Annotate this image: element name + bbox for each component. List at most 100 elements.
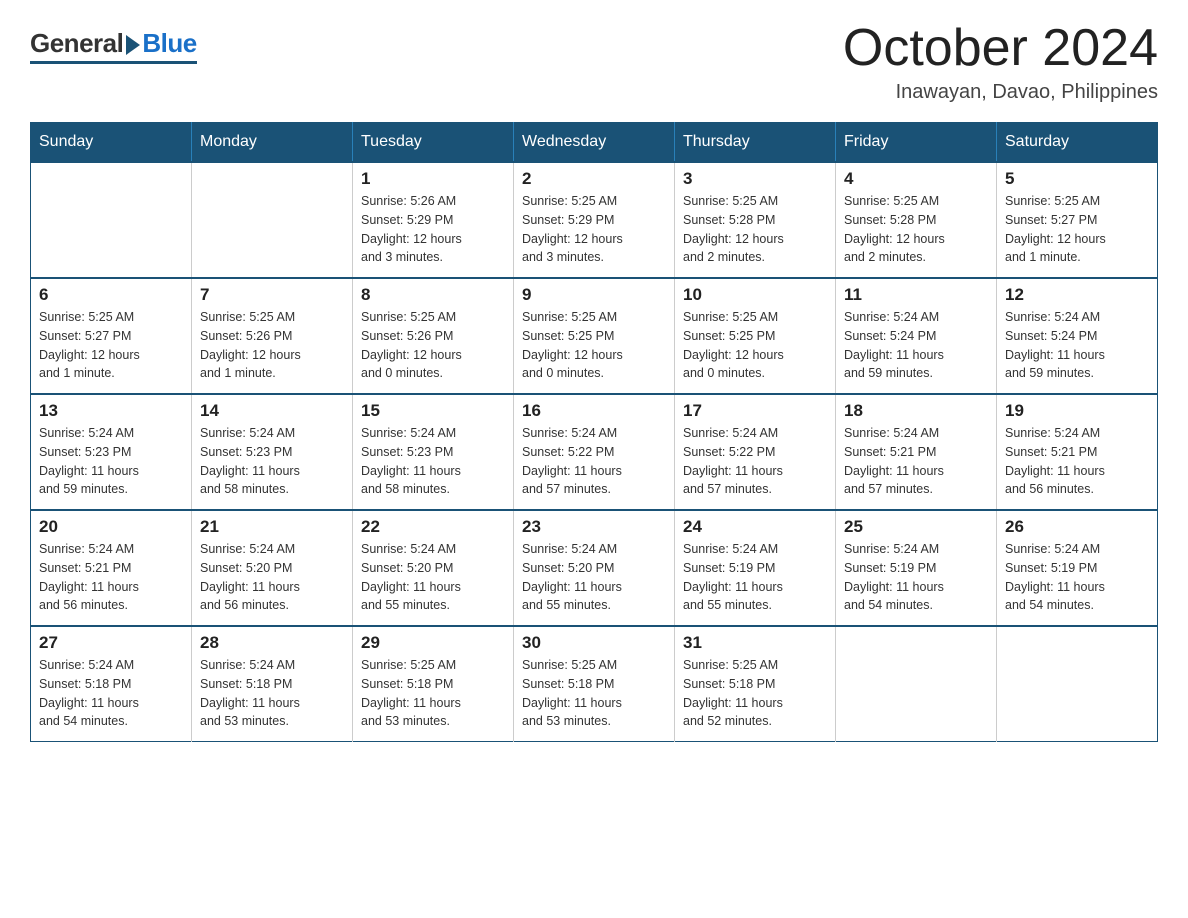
calendar-week-row: 6 Sunrise: 5:25 AM Sunset: 5:27 PM Daylig… — [31, 278, 1158, 394]
logo-general-text: General — [30, 28, 123, 59]
day-info: Sunrise: 5:24 AM Sunset: 5:23 PM Dayligh… — [200, 424, 344, 499]
weekday-header-sunday: Sunday — [31, 123, 192, 163]
calendar-cell: 19Sunrise: 5:24 AM Sunset: 5:21 PM Dayli… — [997, 394, 1158, 510]
calendar-cell: 18Sunrise: 5:24 AM Sunset: 5:21 PM Dayli… — [836, 394, 997, 510]
day-number: 4 — [844, 169, 988, 189]
day-info: Sunrise: 5:24 AM Sunset: 5:18 PM Dayligh… — [200, 656, 344, 731]
day-number: 15 — [361, 401, 505, 421]
day-number: 1 — [361, 169, 505, 189]
calendar-cell: 21 Sunrise: 5:24 AM Sunset: 5:20 PM Dayli… — [192, 510, 353, 626]
day-info: Sunrise: 5:25 AM Sunset: 5:27 PM Dayligh… — [39, 308, 183, 383]
day-number: 9 — [522, 285, 666, 305]
day-number: 17 — [683, 401, 827, 421]
calendar-cell: 20 Sunrise: 5:24 AM Sunset: 5:21 PM Dayli… — [31, 510, 192, 626]
day-info: Sunrise: 5:25 AM Sunset: 5:28 PM Dayligh… — [844, 192, 988, 267]
calendar-table: SundayMondayTuesdayWednesdayThursdayFrid… — [30, 122, 1158, 742]
day-number: 2 — [522, 169, 666, 189]
calendar-header: SundayMondayTuesdayWednesdayThursdayFrid… — [31, 123, 1158, 163]
logo-arrow-icon — [126, 35, 140, 55]
day-info: Sunrise: 5:24 AM Sunset: 5:19 PM Dayligh… — [1005, 540, 1149, 615]
weekday-header-monday: Monday — [192, 123, 353, 163]
day-number: 20 — [39, 517, 183, 537]
day-info: Sunrise: 5:24 AM Sunset: 5:22 PM Dayligh… — [522, 424, 666, 499]
day-info: Sunrise: 5:24 AM Sunset: 5:21 PM Dayligh… — [844, 424, 988, 499]
day-info: Sunrise: 5:25 AM Sunset: 5:27 PM Dayligh… — [1005, 192, 1149, 267]
weekday-header-row: SundayMondayTuesdayWednesdayThursdayFrid… — [31, 123, 1158, 163]
day-number: 23 — [522, 517, 666, 537]
location-text: Inawayan, Davao, Philippines — [843, 81, 1158, 104]
day-info: Sunrise: 5:24 AM Sunset: 5:24 PM Dayligh… — [1005, 308, 1149, 383]
day-info: Sunrise: 5:24 AM Sunset: 5:19 PM Dayligh… — [683, 540, 827, 615]
calendar-cell: 31 Sunrise: 5:25 AM Sunset: 5:18 PM Dayli… — [675, 626, 836, 742]
day-info: Sunrise: 5:24 AM Sunset: 5:20 PM Dayligh… — [361, 540, 505, 615]
logo: General Blue — [30, 28, 197, 64]
calendar-cell: 11 Sunrise: 5:24 AM Sunset: 5:24 PM Dayli… — [836, 278, 997, 394]
day-info: Sunrise: 5:25 AM Sunset: 5:26 PM Dayligh… — [361, 308, 505, 383]
day-info: Sunrise: 5:25 AM Sunset: 5:18 PM Dayligh… — [683, 656, 827, 731]
title-section: October 2024 Inawayan, Davao, Philippine… — [843, 20, 1158, 104]
day-number: 31 — [683, 633, 827, 653]
calendar-cell — [192, 162, 353, 278]
day-info: Sunrise: 5:25 AM Sunset: 5:25 PM Dayligh… — [683, 308, 827, 383]
calendar-cell: 16Sunrise: 5:24 AM Sunset: 5:22 PM Dayli… — [514, 394, 675, 510]
day-number: 8 — [361, 285, 505, 305]
day-info: Sunrise: 5:25 AM Sunset: 5:18 PM Dayligh… — [361, 656, 505, 731]
day-info: Sunrise: 5:26 AM Sunset: 5:29 PM Dayligh… — [361, 192, 505, 267]
day-number: 10 — [683, 285, 827, 305]
calendar-cell — [997, 626, 1158, 742]
day-info: Sunrise: 5:25 AM Sunset: 5:25 PM Dayligh… — [522, 308, 666, 383]
page-header: General Blue October 2024 Inawayan, Dava… — [30, 20, 1158, 104]
calendar-week-row: 13 Sunrise: 5:24 AM Sunset: 5:23 PM Dayli… — [31, 394, 1158, 510]
day-info: Sunrise: 5:25 AM Sunset: 5:28 PM Dayligh… — [683, 192, 827, 267]
day-number: 11 — [844, 285, 988, 305]
day-number: 13 — [39, 401, 183, 421]
day-info: Sunrise: 5:25 AM Sunset: 5:29 PM Dayligh… — [522, 192, 666, 267]
calendar-week-row: 27Sunrise: 5:24 AM Sunset: 5:18 PM Dayli… — [31, 626, 1158, 742]
calendar-cell: 4 Sunrise: 5:25 AM Sunset: 5:28 PM Daylig… — [836, 162, 997, 278]
calendar-cell: 2 Sunrise: 5:25 AM Sunset: 5:29 PM Daylig… — [514, 162, 675, 278]
month-title: October 2024 — [843, 20, 1158, 77]
calendar-cell: 7Sunrise: 5:25 AM Sunset: 5:26 PM Daylig… — [192, 278, 353, 394]
calendar-cell: 1 Sunrise: 5:26 AM Sunset: 5:29 PM Daylig… — [353, 162, 514, 278]
calendar-cell: 27Sunrise: 5:24 AM Sunset: 5:18 PM Dayli… — [31, 626, 192, 742]
day-info: Sunrise: 5:24 AM Sunset: 5:21 PM Dayligh… — [1005, 424, 1149, 499]
day-number: 21 — [200, 517, 344, 537]
calendar-week-row: 20 Sunrise: 5:24 AM Sunset: 5:21 PM Dayli… — [31, 510, 1158, 626]
calendar-cell: 9 Sunrise: 5:25 AM Sunset: 5:25 PM Daylig… — [514, 278, 675, 394]
calendar-cell: 30Sunrise: 5:25 AM Sunset: 5:18 PM Dayli… — [514, 626, 675, 742]
day-number: 26 — [1005, 517, 1149, 537]
weekday-header-tuesday: Tuesday — [353, 123, 514, 163]
calendar-cell: 3 Sunrise: 5:25 AM Sunset: 5:28 PM Daylig… — [675, 162, 836, 278]
day-number: 22 — [361, 517, 505, 537]
calendar-week-row: 1 Sunrise: 5:26 AM Sunset: 5:29 PM Daylig… — [31, 162, 1158, 278]
day-info: Sunrise: 5:24 AM Sunset: 5:24 PM Dayligh… — [844, 308, 988, 383]
day-number: 28 — [200, 633, 344, 653]
day-number: 25 — [844, 517, 988, 537]
calendar-cell: 8 Sunrise: 5:25 AM Sunset: 5:26 PM Daylig… — [353, 278, 514, 394]
weekday-header-saturday: Saturday — [997, 123, 1158, 163]
day-number: 7 — [200, 285, 344, 305]
calendar-cell — [31, 162, 192, 278]
calendar-cell: 17 Sunrise: 5:24 AM Sunset: 5:22 PM Dayli… — [675, 394, 836, 510]
day-info: Sunrise: 5:24 AM Sunset: 5:23 PM Dayligh… — [39, 424, 183, 499]
calendar-cell: 15Sunrise: 5:24 AM Sunset: 5:23 PM Dayli… — [353, 394, 514, 510]
weekday-header-wednesday: Wednesday — [514, 123, 675, 163]
day-number: 3 — [683, 169, 827, 189]
calendar-cell: 23 Sunrise: 5:24 AM Sunset: 5:20 PM Dayli… — [514, 510, 675, 626]
day-info: Sunrise: 5:24 AM Sunset: 5:20 PM Dayligh… — [200, 540, 344, 615]
logo-underline — [30, 61, 197, 64]
day-number: 29 — [361, 633, 505, 653]
calendar-cell — [836, 626, 997, 742]
day-number: 5 — [1005, 169, 1149, 189]
calendar-cell: 13 Sunrise: 5:24 AM Sunset: 5:23 PM Dayli… — [31, 394, 192, 510]
weekday-header-friday: Friday — [836, 123, 997, 163]
day-number: 6 — [39, 285, 183, 305]
calendar-cell: 6 Sunrise: 5:25 AM Sunset: 5:27 PM Daylig… — [31, 278, 192, 394]
day-number: 12 — [1005, 285, 1149, 305]
calendar-body: 1 Sunrise: 5:26 AM Sunset: 5:29 PM Daylig… — [31, 162, 1158, 742]
day-info: Sunrise: 5:24 AM Sunset: 5:22 PM Dayligh… — [683, 424, 827, 499]
day-info: Sunrise: 5:25 AM Sunset: 5:18 PM Dayligh… — [522, 656, 666, 731]
day-info: Sunrise: 5:24 AM Sunset: 5:20 PM Dayligh… — [522, 540, 666, 615]
day-info: Sunrise: 5:24 AM Sunset: 5:21 PM Dayligh… — [39, 540, 183, 615]
calendar-cell: 10 Sunrise: 5:25 AM Sunset: 5:25 PM Dayli… — [675, 278, 836, 394]
